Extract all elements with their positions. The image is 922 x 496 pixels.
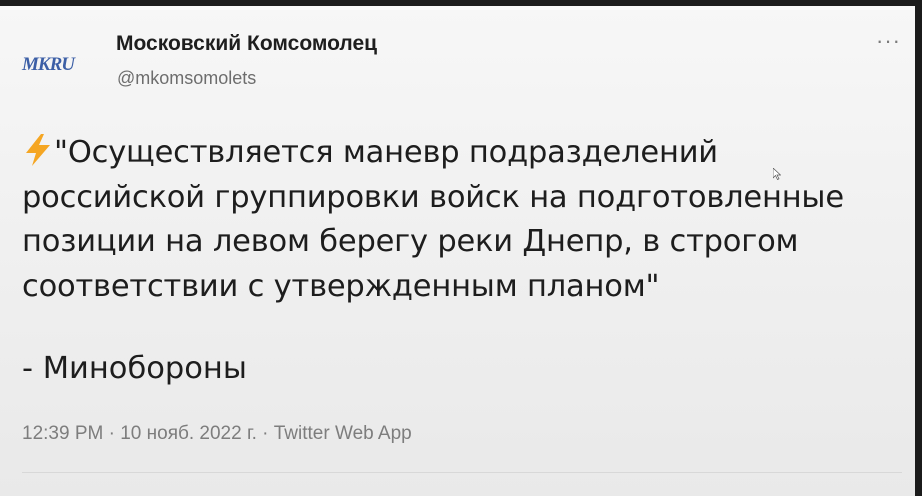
lightning-bolt-icon [26, 134, 50, 166]
tweet-date[interactable]: 10 нояб. 2022 г. [120, 423, 257, 444]
tweet-source[interactable]: Twitter Web App [274, 423, 412, 444]
author-name[interactable]: Московский Комсомолец [116, 32, 377, 56]
divider [22, 472, 902, 473]
mouse-cursor-icon [773, 168, 781, 180]
tweet-text-line-3: позиции на левом берегу реки Днепр, в ст… [22, 224, 799, 259]
tweet-text: "Осуществляется маневр подразделений рос… [22, 131, 902, 309]
tweet-text-line: "Осуществляется маневр подразделений [22, 131, 902, 176]
tweet-time[interactable]: 12:39 PM [22, 423, 103, 444]
more-options-icon[interactable]: ··· [876, 28, 901, 54]
tweet-attribution: - Минобороны [22, 351, 247, 386]
tweet-text-line-4: соответствии с утвержденным планом" [22, 268, 660, 304]
tweet-text-line-2: российской группировки войск на подготов… [22, 179, 844, 215]
author-logo[interactable]: MKRU [22, 54, 75, 76]
tweet-card: MKRU Московский Комсомолец @mkomsomolets… [0, 6, 915, 496]
author-handle[interactable]: @mkomsomolets [117, 68, 256, 89]
meta-separator: · [256, 423, 274, 444]
screen: MKRU Московский Комсомолец @mkomsomolets… [0, 0, 922, 496]
meta-separator: · [103, 423, 121, 444]
tweet-text-line-1: "Осуществляется маневр подразделений [54, 135, 718, 170]
window-edge [915, 0, 922, 496]
tweet-metadata: 12:39 PM · 10 нояб. 2022 г. · Twitter We… [22, 423, 412, 445]
